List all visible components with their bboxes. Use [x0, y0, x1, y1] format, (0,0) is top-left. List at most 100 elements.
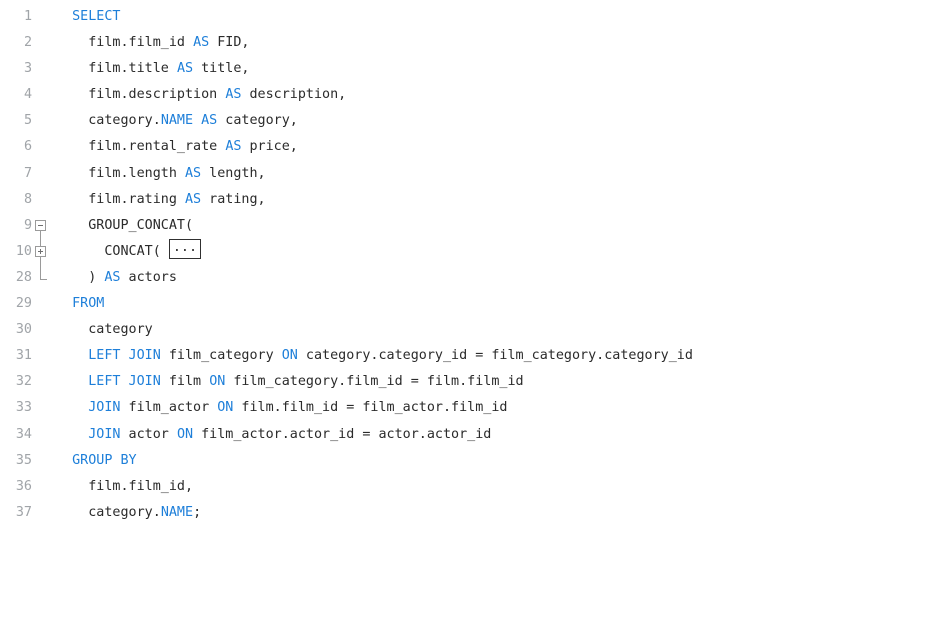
line-number: 34	[15, 426, 32, 442]
sql-token: category,	[217, 113, 298, 129]
code-line[interactable]: 37 category.NAME;	[0, 500, 929, 526]
sql-token: film_actor	[120, 400, 218, 416]
code-line[interactable]: 35 GROUP BY	[0, 448, 929, 474]
line-number: 29	[15, 296, 32, 312]
code-line[interactable]: 2 film.film_id AS FID,	[0, 30, 929, 56]
line-number: 1	[23, 9, 32, 24]
code-text: category.NAME AS category,	[56, 108, 298, 134]
sql-token: category.category_id = film_category.cat…	[297, 348, 693, 364]
sql-token: film	[160, 374, 210, 390]
sql-token: category.	[88, 113, 161, 129]
line-number: 30	[15, 322, 32, 338]
code-text: film.rating AS rating,	[56, 187, 266, 213]
sql-token: film_category.film_id = film.film_id	[225, 374, 524, 390]
code-line[interactable]: 28 ) AS actors	[0, 264, 929, 291]
code-line[interactable]: 1 SELECT	[0, 4, 929, 30]
sql-token: film.film_id,	[88, 478, 194, 494]
line-number: 37	[15, 504, 32, 520]
collapsed-region-placeholder[interactable]: ...	[168, 239, 202, 260]
fold-end-icon	[34, 264, 48, 291]
sql-keyword: ON	[209, 374, 226, 390]
sql-keyword: AS	[185, 191, 202, 207]
sql-keyword: SELECT	[72, 9, 121, 24]
code-text: LEFT JOIN film ON film_category.film_id …	[56, 369, 524, 395]
sql-keyword: LEFT JOIN	[88, 374, 161, 390]
sql-token: GROUP_CONCAT(	[88, 217, 194, 233]
code-line[interactable]: 32 LEFT JOIN film ON film_category.film_…	[0, 369, 929, 395]
sql-token: CONCAT(	[104, 243, 169, 259]
sql-token: film.film_id = film_actor.film_id	[233, 400, 508, 416]
code-line[interactable]: 31 LEFT JOIN film_category ON category.c…	[0, 343, 929, 369]
sql-keyword: AS	[201, 113, 218, 129]
code-line[interactable]: 8 film.rating AS rating,	[0, 187, 929, 213]
sql-keyword: FROM	[72, 296, 105, 312]
code-line[interactable]: 33 JOIN film_actor ON film.film_id = fil…	[0, 395, 929, 421]
code-text: CONCAT( ...	[56, 239, 202, 265]
code-line[interactable]: 30 category	[0, 317, 929, 343]
line-number: 28	[15, 269, 32, 285]
code-line[interactable]: 29 FROM	[0, 291, 929, 317]
sql-token: rating,	[201, 191, 266, 207]
code-text: film.rental_rate AS price,	[56, 134, 298, 160]
sql-token: actor	[120, 426, 177, 442]
line-number: 3	[23, 61, 32, 77]
sql-keyword: JOIN	[88, 400, 121, 416]
sql-keyword: ON	[176, 426, 194, 442]
code-text: JOIN actor ON film_actor.actor_id = acto…	[56, 422, 491, 448]
line-number: 32	[15, 374, 32, 390]
code-text: JOIN film_actor ON film.film_id = film_a…	[56, 395, 507, 421]
line-number: 6	[23, 139, 32, 155]
sql-keyword: AS	[176, 61, 194, 77]
fold-collapse-icon[interactable]	[34, 213, 48, 239]
sql-keyword: ON	[217, 400, 234, 416]
line-number: 36	[15, 478, 32, 494]
line-number: 31	[15, 348, 32, 364]
code-text: SELECT	[56, 4, 121, 30]
code-text: category	[56, 317, 153, 343]
code-text: film.length AS length,	[56, 161, 266, 187]
code-text: ) AS actors	[56, 265, 177, 291]
code-line[interactable]: 6 film.rental_rate AS price,	[0, 134, 929, 160]
sql-keyword: JOIN	[88, 426, 121, 442]
sql-keyword: AS	[225, 139, 242, 155]
sql-token: film.description	[88, 87, 226, 103]
line-number: 8	[23, 191, 32, 207]
sql-token: FID,	[209, 35, 250, 51]
code-line[interactable]: 36 film.film_id,	[0, 474, 929, 500]
sql-token: length,	[201, 165, 266, 181]
code-line[interactable]: 9 GROUP_CONCAT(	[0, 213, 929, 239]
code-text: film.description AS description,	[56, 82, 346, 108]
fold-expand-icon[interactable]	[34, 238, 48, 265]
sql-keyword: AS	[104, 269, 121, 285]
sql-token: description,	[241, 87, 347, 103]
line-number: 4	[23, 87, 32, 103]
sql-keyword: GROUP BY	[72, 452, 137, 468]
line-number: 7	[23, 165, 32, 181]
sql-token: film.rating	[88, 191, 185, 207]
code-text: LEFT JOIN film_category ON category.cate…	[56, 343, 693, 369]
sql-keyword: NAME	[160, 113, 194, 129]
sql-token: )	[88, 269, 105, 285]
code-line[interactable]: 34 JOIN actor ON film_actor.actor_id = a…	[0, 422, 929, 448]
sql-token: film.length	[88, 165, 185, 181]
line-number: 2	[23, 35, 32, 51]
sql-token: film.film_id	[88, 35, 194, 51]
code-line[interactable]: 10 CONCAT( ...	[0, 238, 929, 265]
sql-token: film.title	[88, 61, 177, 77]
code-text: film.film_id AS FID,	[56, 30, 250, 56]
line-number: 35	[15, 452, 32, 468]
sql-keyword: ON	[281, 348, 298, 364]
sql-token: film.rental_rate	[88, 139, 226, 155]
code-line[interactable]: 5 category.NAME AS category,	[0, 108, 929, 134]
line-number: 5	[23, 113, 32, 129]
sql-keyword: LEFT JOIN	[88, 348, 161, 364]
code-text: film.film_id,	[56, 474, 193, 500]
code-text: GROUP_CONCAT(	[56, 213, 193, 239]
sql-editor[interactable]: 1 SELECT 2 film.film_id AS FID, 3 film.tit…	[0, 4, 929, 526]
line-number: 9	[23, 217, 32, 233]
code-line[interactable]: 3 film.title AS title,	[0, 56, 929, 82]
code-line[interactable]: 4 film.description AS description,	[0, 82, 929, 108]
code-line[interactable]: 7 film.length AS length,	[0, 161, 929, 187]
sql-token: title,	[193, 61, 250, 77]
